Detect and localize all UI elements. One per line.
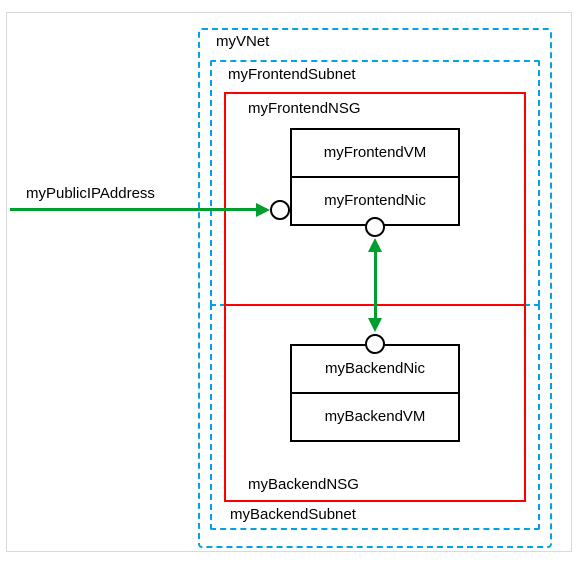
backend-vm-label: myBackendVM [292,408,458,425]
arrow-publicip-to-nic [10,208,256,211]
frontend-nic-label: myFrontendNic [292,192,458,209]
diagram-stage: myVNet myFrontendSubnet myBackendSubnet … [0,0,580,565]
backend-nsg-label: myBackendNSG [248,476,359,493]
backend-vm-box: myBackendVM [290,392,460,442]
frontend-nsg-label: myFrontendNSG [248,100,361,117]
backend-nic-label: myBackendNic [292,360,458,377]
frontend-vm-label: myFrontendVM [292,144,458,161]
arrow-publicip-to-nic-head [256,203,270,217]
frontend-nic-port-left [270,200,290,220]
backend-subnet-label: myBackendSubnet [230,506,356,523]
arrow-inter-nic-head-down [368,318,382,332]
public-ip-label: myPublicIPAddress [26,185,155,202]
frontend-vm-box: myFrontendVM [290,128,460,178]
backend-nic-port-top [365,334,385,354]
frontend-subnet-label: myFrontendSubnet [228,66,356,83]
frontend-nic-port-bottom [365,217,385,237]
vnet-label: myVNet [216,33,269,50]
arrow-inter-nic-line [374,250,377,320]
